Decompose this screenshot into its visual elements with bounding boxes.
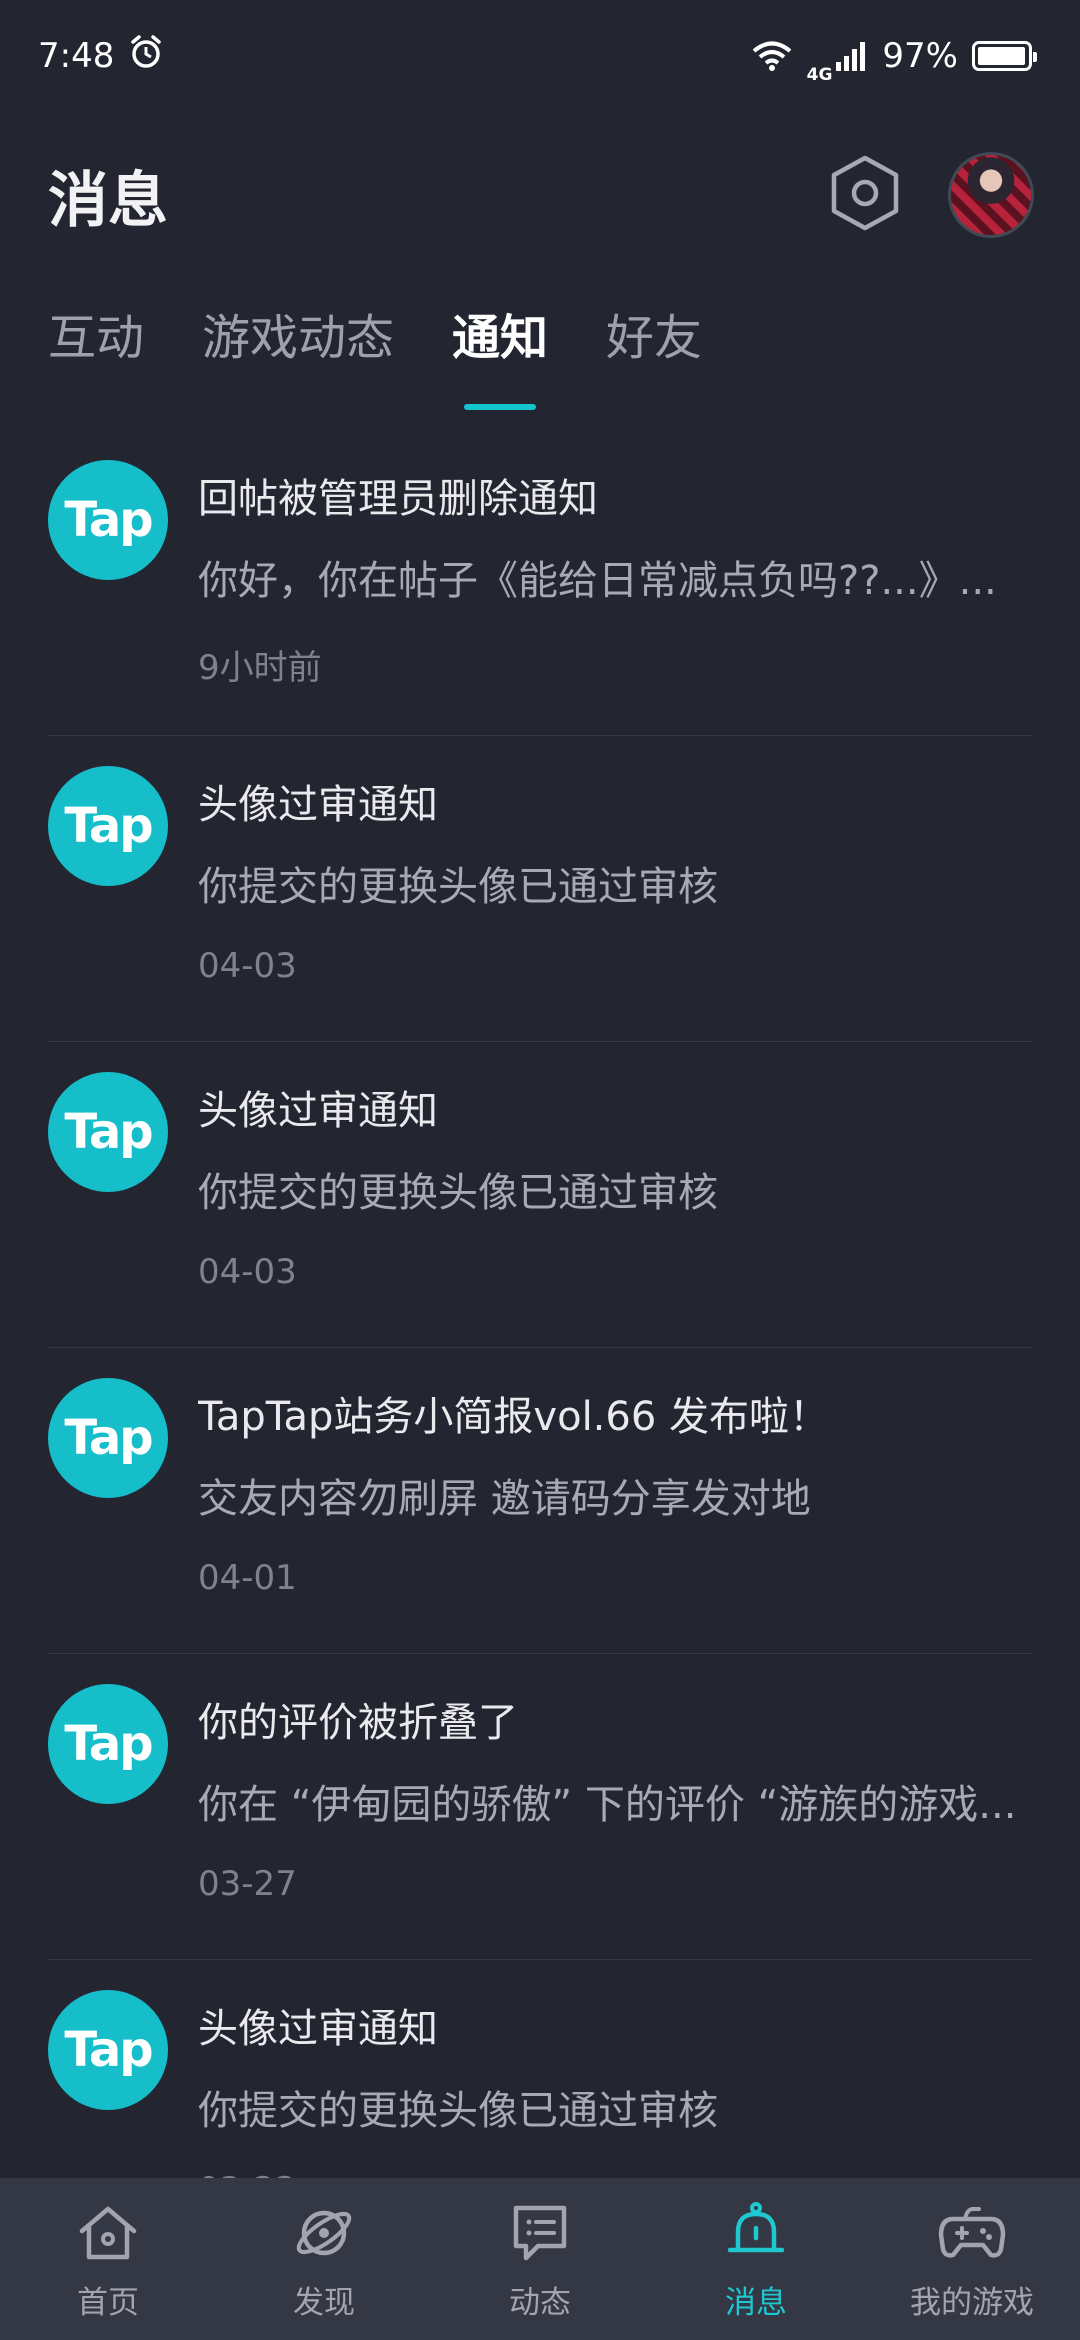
- bottom-nav: 首页 发现 动态 消息 我的游戏: [0, 2178, 1080, 2340]
- notice-description: 你提交的更换头像已通过审核: [198, 864, 718, 910]
- taptap-logo-icon: Tap: [48, 460, 168, 580]
- notice-description: 交友内容勿刷屏 邀请码分享发对地: [198, 1476, 811, 1522]
- nav-label: 发现: [293, 2284, 355, 2321]
- notice-time: 04-03: [198, 946, 297, 986]
- battery-icon: [972, 41, 1037, 71]
- settings-button[interactable]: [826, 154, 904, 236]
- tab-friends[interactable]: 好友: [606, 300, 702, 410]
- status-bar: 7:48 4G 97%: [0, 0, 1080, 112]
- settings-hexagon-icon: [829, 154, 901, 236]
- wifi-icon: [751, 40, 793, 72]
- notice-body: 你的评价被折叠了 你在 “伊甸园的骄傲” 下的评价 “游族的游戏... 03-2…: [198, 1690, 1032, 1904]
- nav-my-games[interactable]: 我的游戏: [872, 2197, 1072, 2322]
- notice-body: TapTap站务小简报vol.66 发布啦！ 交友内容勿刷屏 邀请码分享发对地 …: [198, 1384, 1032, 1598]
- notice-body: 头像过审通知 你提交的更换头像已通过审核 04-03: [198, 1078, 1032, 1292]
- notice-time: 03-27: [198, 1864, 297, 1904]
- notice-description: 你在 “伊甸园的骄傲” 下的评价 “游族的游戏...: [198, 1782, 1017, 1828]
- network-label: 4G: [806, 65, 833, 85]
- notice-description: 你提交的更换头像已通过审核: [198, 1170, 718, 1216]
- notice-body: 头像过审通知 你提交的更换头像已通过审核 03-22: [198, 1996, 1032, 2178]
- list-item[interactable]: Tap 头像过审通知 你提交的更换头像已通过审核 04-03: [48, 736, 1032, 1042]
- notification-list[interactable]: Tap 回帖被管理员删除通知 你好，你在帖子《能给日常减点负吗??...》...…: [0, 430, 1080, 2178]
- notice-title: 你的评价被折叠了: [198, 1700, 518, 1746]
- tab-bar: 互动 游戏动态 通知 好友: [0, 300, 1080, 420]
- battery-fill: [978, 47, 1025, 65]
- status-time: 7:48: [38, 36, 115, 76]
- nav-label: 我的游戏: [910, 2284, 1034, 2321]
- nav-home[interactable]: 首页: [8, 2197, 208, 2322]
- nav-label: 动态: [509, 2284, 571, 2321]
- nav-feed[interactable]: 动态: [440, 2197, 640, 2322]
- list-item[interactable]: Tap 回帖被管理员删除通知 你好，你在帖子《能给日常减点负吗??...》...…: [48, 430, 1032, 736]
- notice-time: 03-22: [198, 2170, 1032, 2178]
- signal-icon: [834, 40, 868, 72]
- notice-time: 9小时前: [198, 648, 322, 688]
- list-item[interactable]: Tap 头像过审通知 你提交的更换头像已通过审核 04-03: [48, 1042, 1032, 1348]
- gamepad-icon: [936, 2197, 1008, 2269]
- discover-icon: [288, 2197, 360, 2269]
- page-title: 消息: [48, 165, 168, 236]
- taptap-logo-icon: Tap: [48, 766, 168, 886]
- list-item[interactable]: Tap TapTap站务小简报vol.66 发布啦！ 交友内容勿刷屏 邀请码分享…: [48, 1348, 1032, 1654]
- header: 消息: [0, 140, 1080, 250]
- taptap-logo-icon: Tap: [48, 1990, 168, 2110]
- notice-body: 头像过审通知 你提交的更换头像已通过审核 04-03: [198, 772, 1032, 986]
- bell-icon: [720, 2197, 792, 2269]
- notice-time: 04-03: [198, 1252, 297, 1292]
- notice-description: 你好，你在帖子《能给日常减点负吗??...》...: [198, 558, 997, 604]
- list-item[interactable]: Tap 头像过审通知 你提交的更换头像已通过审核 03-22: [48, 1960, 1032, 2178]
- status-left: 7:48: [38, 34, 164, 79]
- notice-body: 回帖被管理员删除通知 你好，你在帖子《能给日常减点负吗??...》... 9小时…: [198, 466, 1032, 689]
- battery-text: 97%: [882, 36, 958, 76]
- nav-discover[interactable]: 发现: [224, 2197, 424, 2322]
- notice-title: 头像过审通知: [198, 782, 438, 828]
- nav-messages[interactable]: 消息: [656, 2197, 856, 2322]
- notice-time: 04-01: [198, 1558, 297, 1598]
- nav-label: 首页: [77, 2284, 139, 2321]
- notice-title: TapTap站务小简报vol.66 发布啦！: [198, 1394, 830, 1440]
- notice-title: 头像过审通知: [198, 2006, 438, 2052]
- avatar[interactable]: [948, 152, 1034, 238]
- feed-icon: [504, 2197, 576, 2269]
- tab-game-updates[interactable]: 游戏动态: [202, 300, 394, 410]
- notice-description: 你提交的更换头像已通过审核: [198, 2088, 718, 2134]
- taptap-logo-icon: Tap: [48, 1684, 168, 1804]
- notice-title: 头像过审通知: [198, 1088, 438, 1134]
- home-icon: [72, 2197, 144, 2269]
- taptap-logo-icon: Tap: [48, 1072, 168, 1192]
- tab-interaction[interactable]: 互动: [48, 300, 144, 410]
- header-actions: [826, 152, 1034, 238]
- status-right: 4G 97%: [751, 27, 1037, 85]
- tab-notifications[interactable]: 通知: [452, 300, 548, 410]
- notice-title: 回帖被管理员删除通知: [198, 476, 598, 522]
- alarm-icon: [128, 34, 164, 79]
- taptap-logo-icon: Tap: [48, 1378, 168, 1498]
- nav-label: 消息: [725, 2284, 787, 2321]
- list-item[interactable]: Tap 你的评价被折叠了 你在 “伊甸园的骄傲” 下的评价 “游族的游戏... …: [48, 1654, 1032, 1960]
